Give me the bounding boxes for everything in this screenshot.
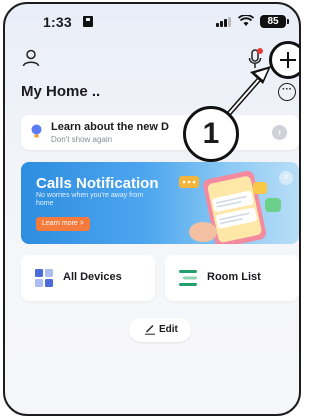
edit-label: Edit bbox=[159, 324, 178, 335]
phone-notification-illustration bbox=[179, 170, 281, 244]
room-list-label: Room List bbox=[207, 271, 261, 283]
home-selector[interactable]: My Home .. bbox=[21, 83, 100, 100]
sim-card-icon bbox=[83, 16, 93, 27]
close-icon[interactable]: × bbox=[279, 171, 293, 185]
phone-screen: 1:33 85 My Home .. ··· Learn about the n… bbox=[3, 2, 301, 416]
pencil-icon bbox=[145, 324, 155, 335]
promo-title: Calls Notification bbox=[36, 175, 159, 192]
wifi-icon bbox=[237, 14, 255, 29]
list-icon bbox=[179, 269, 197, 287]
status-time: 1:33 bbox=[43, 14, 72, 30]
tip-title: Learn about the new D bbox=[51, 121, 169, 133]
learn-more-button[interactable]: Learn more > bbox=[36, 217, 90, 231]
signal-icon bbox=[216, 17, 232, 27]
promo-banner[interactable]: Calls Notification No worries when you'r… bbox=[21, 162, 299, 244]
tip-banner[interactable]: Learn about the new D Don't show again › bbox=[21, 115, 299, 150]
more-options-icon[interactable]: ··· bbox=[278, 83, 296, 101]
battery-indicator: 85 bbox=[260, 15, 289, 28]
add-device-button[interactable] bbox=[269, 41, 299, 79]
annotation-step-number: 1 bbox=[183, 106, 239, 162]
dont-show-again-link[interactable]: Don't show again bbox=[51, 135, 112, 144]
promo-description: No worries when you're away from home bbox=[36, 192, 144, 207]
user-profile-icon[interactable] bbox=[21, 48, 41, 68]
plus-icon bbox=[280, 52, 296, 68]
notification-dot bbox=[257, 48, 263, 54]
chevron-right-icon[interactable]: › bbox=[272, 125, 287, 140]
grid-icon bbox=[35, 269, 53, 287]
edit-button[interactable]: Edit bbox=[129, 318, 191, 342]
lightbulb-icon bbox=[31, 124, 42, 140]
all-devices-label: All Devices bbox=[63, 271, 122, 283]
room-list-tile[interactable]: Room List bbox=[165, 255, 299, 301]
status-bar: 1:33 85 bbox=[5, 4, 299, 38]
all-devices-tile[interactable]: All Devices bbox=[21, 255, 155, 301]
